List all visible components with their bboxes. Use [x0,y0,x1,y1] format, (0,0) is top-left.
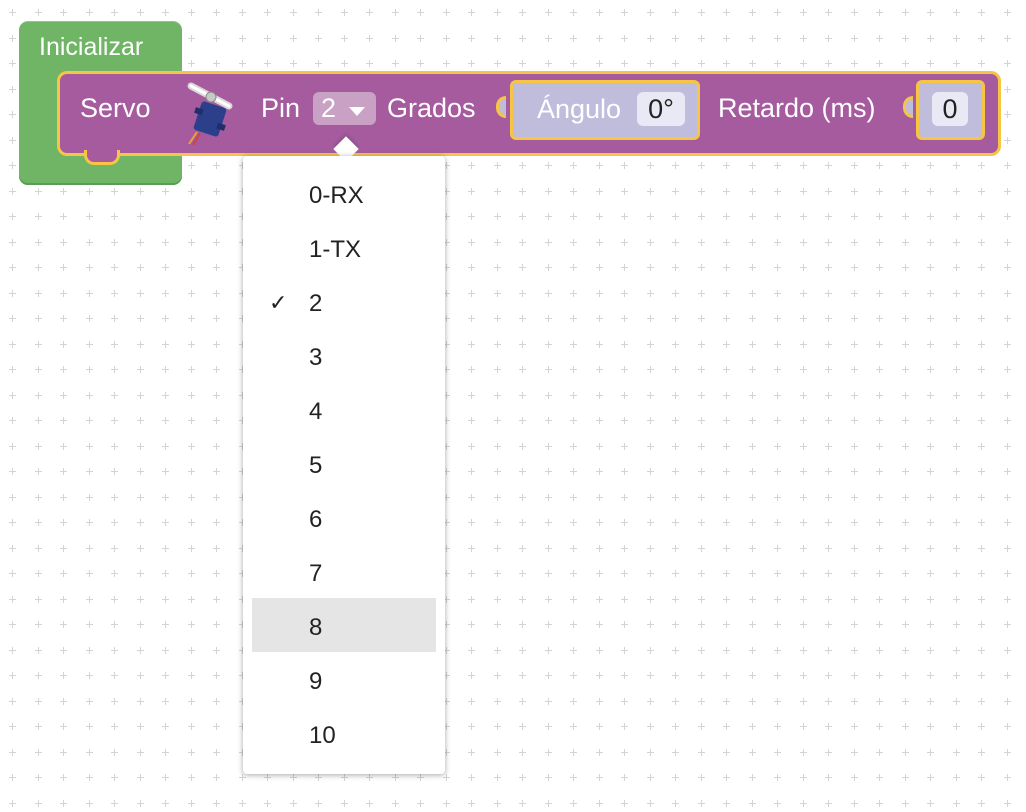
menu-item-label: 9 [309,668,323,695]
block-workspace[interactable]: Inicializar Servo Pin 2 Grados Ángulo 0°… [0,0,1026,812]
pin-dropdown-value[interactable]: 2 [321,93,336,124]
servo-motor-icon [187,82,233,146]
menu-item-pin-10[interactable]: 10 [252,706,436,760]
inicializar-block-title: Inicializar [39,33,144,61]
delay-value-field[interactable]: 0 [932,92,968,126]
menu-item-pin-5[interactable]: 5 [252,436,436,490]
menu-item-label: 3 [309,344,323,371]
menu-item-label: 8 [309,614,323,641]
pin-dropdown-menu: 0-RX 1-TX ✓ 2 3 4 5 6 7 8 9 10 [243,156,445,774]
chevron-down-icon[interactable] [347,105,367,117]
menu-item-label: 1-TX [309,236,362,263]
menu-item-pin-8[interactable]: 8 [252,598,436,652]
menu-item-label: 5 [309,452,323,479]
menu-item-label: 0-RX [309,182,364,209]
pin-label: Pin [261,93,301,123]
menu-item-pin-4[interactable]: 4 [252,382,436,436]
menu-item-pin-9[interactable]: 9 [252,652,436,706]
menu-item-label: 6 [309,506,323,533]
menu-item-pin-2[interactable]: ✓ 2 [252,274,436,328]
menu-item-label: 2 [309,290,323,317]
menu-item-pin-1-tx[interactable]: 1-TX [252,220,436,274]
menu-item-label: 4 [309,398,323,425]
servo-block-next-connector [84,150,120,165]
retardo-label: Retardo (ms) [718,93,876,123]
menu-item-pin-7[interactable]: 7 [252,544,436,598]
menu-item-pin-6[interactable]: 6 [252,490,436,544]
angle-block-label: Ángulo [537,94,622,124]
grados-label: Grados [387,93,476,123]
angle-value-field[interactable]: 0° [637,92,685,126]
menu-item-pin-3[interactable]: 3 [252,328,436,382]
menu-item-label: 7 [309,560,323,587]
servo-label: Servo [80,93,151,123]
menu-item-label: 10 [309,722,336,749]
menu-item-pin-0-rx[interactable]: 0-RX [252,166,436,220]
checkmark-icon: ✓ [269,290,288,315]
